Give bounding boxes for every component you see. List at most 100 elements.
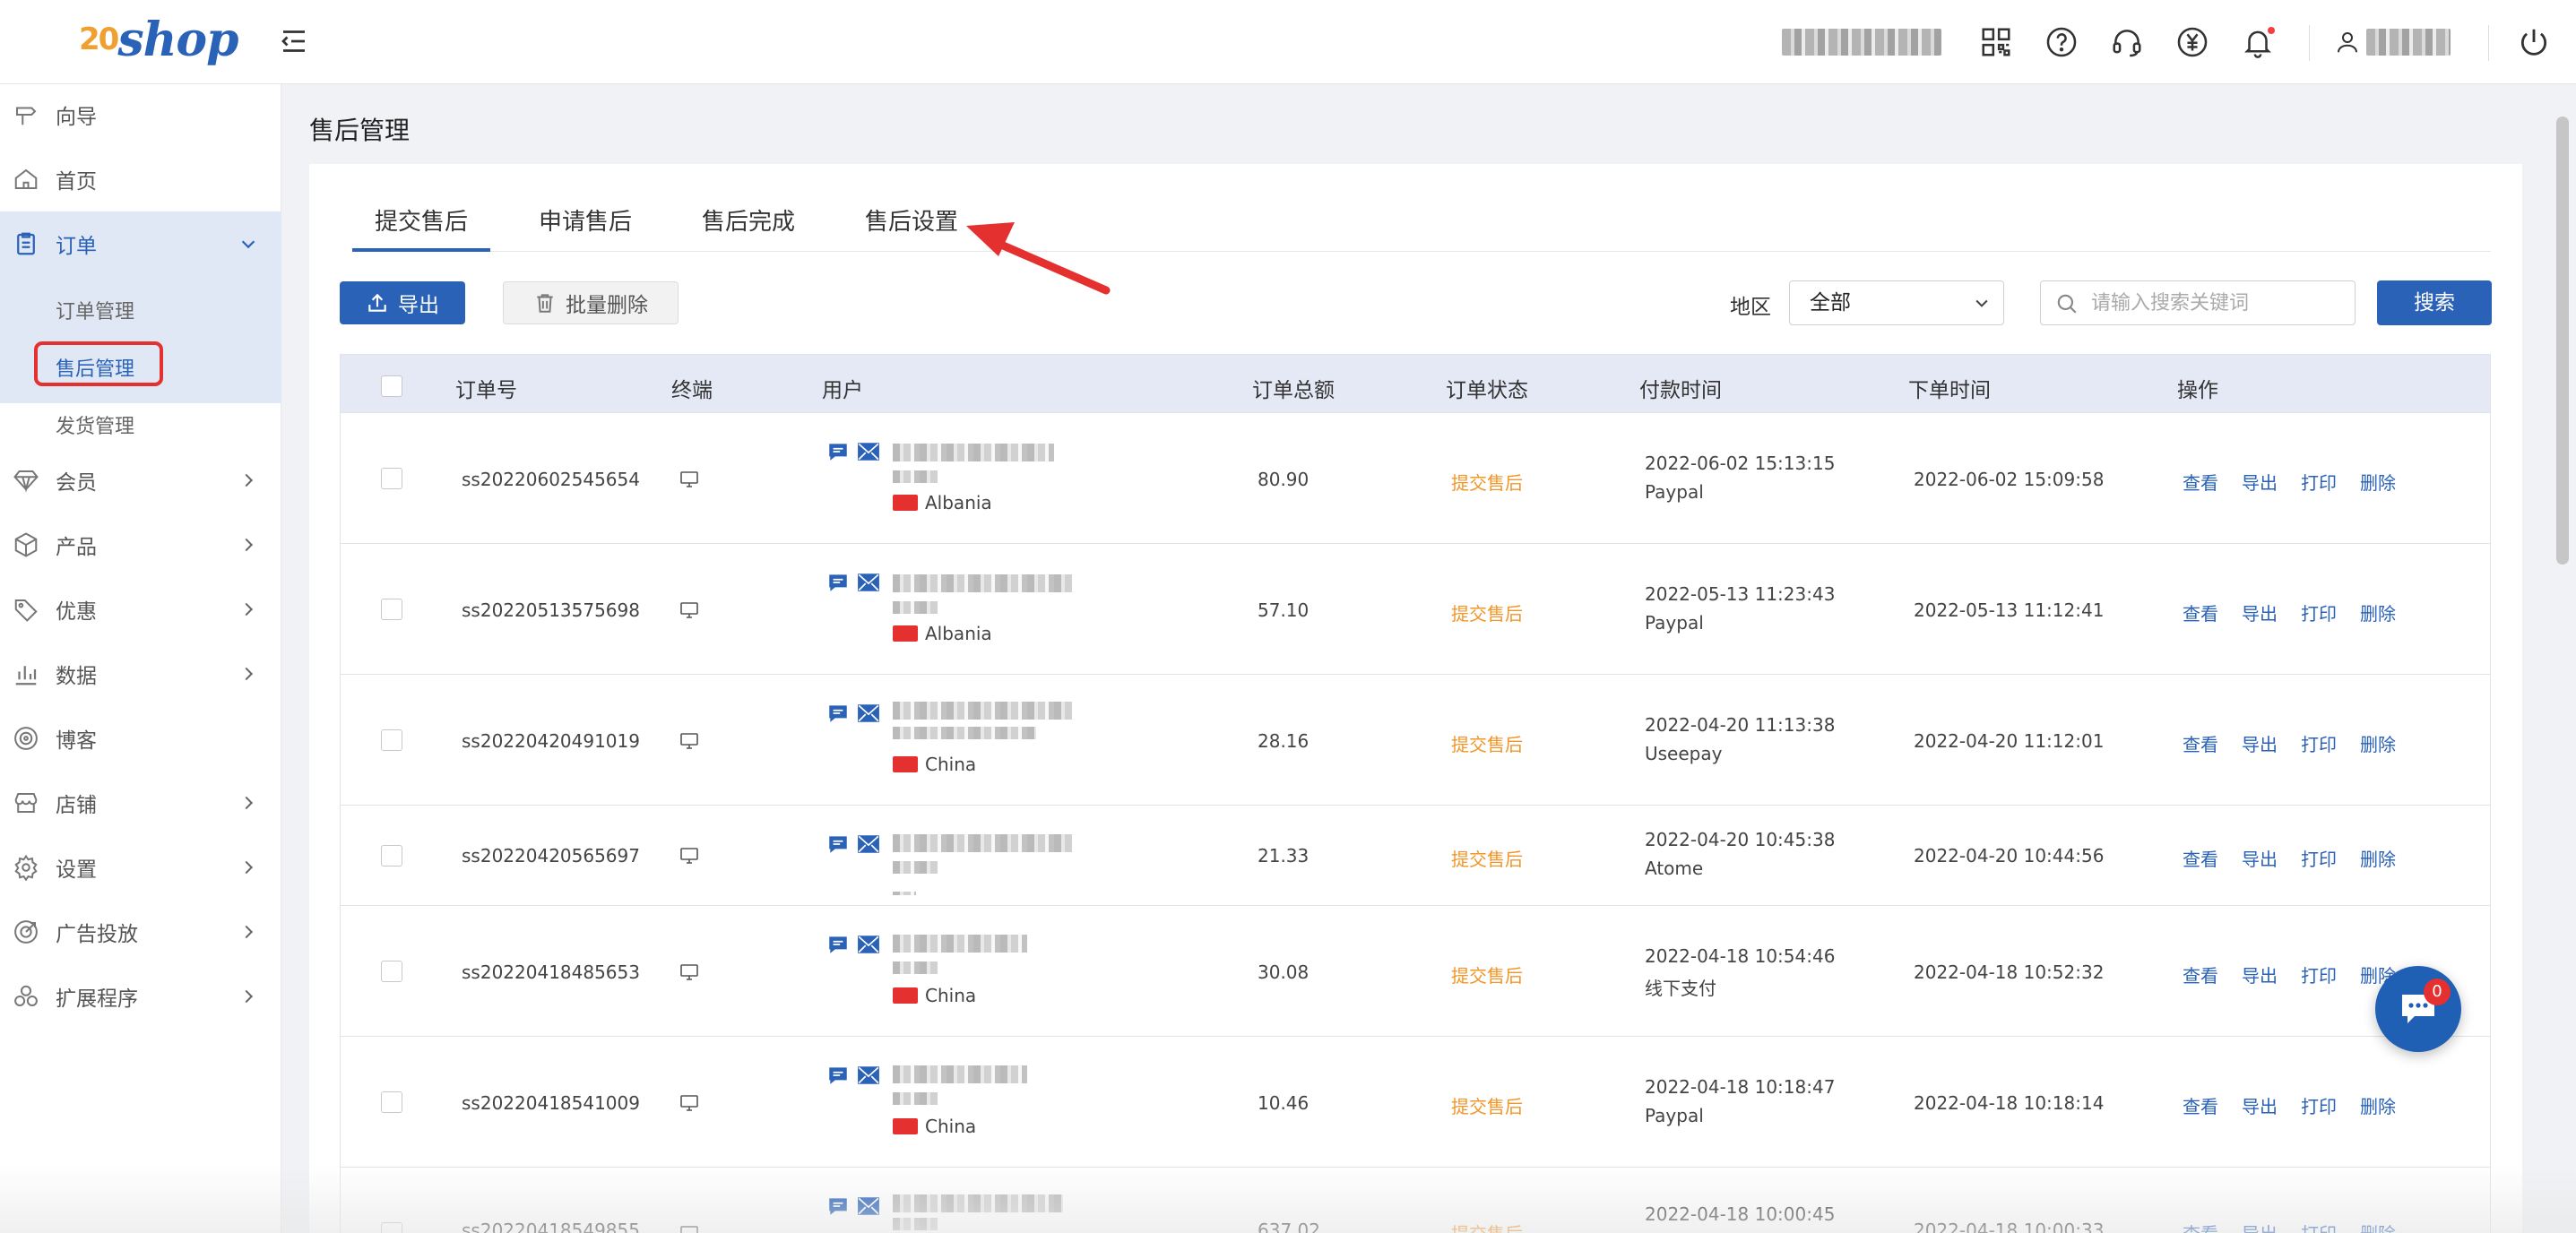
delete-link[interactable]: 删除 bbox=[2360, 845, 2396, 871]
message-icon[interactable] bbox=[826, 832, 850, 856]
sidebar-item-advertising[interactable]: 广告投放 bbox=[0, 900, 281, 964]
print-link[interactable]: 打印 bbox=[2301, 961, 2337, 987]
message-icon[interactable] bbox=[826, 1194, 850, 1218]
headset-icon[interactable] bbox=[2110, 25, 2144, 59]
print-link[interactable]: 打印 bbox=[2301, 469, 2337, 495]
row-checkbox[interactable] bbox=[381, 845, 402, 867]
qrcode-icon[interactable] bbox=[1979, 25, 2013, 59]
tab-apply-aftersale[interactable]: 申请售后 bbox=[539, 202, 632, 252]
sidebar-item-extensions[interactable]: 扩展程序 bbox=[0, 964, 281, 1029]
message-icon[interactable] bbox=[826, 1064, 850, 1087]
delete-link[interactable]: 删除 bbox=[2360, 1220, 2396, 1233]
page-scrollbar[interactable] bbox=[2556, 116, 2569, 565]
row-checkbox[interactable] bbox=[381, 961, 402, 982]
view-link[interactable]: 查看 bbox=[2183, 845, 2218, 871]
export-button-label: 导出 bbox=[398, 294, 439, 317]
chat-unread-badge: 0 bbox=[2424, 979, 2451, 1005]
view-link[interactable]: 查看 bbox=[2183, 1220, 2218, 1233]
export-link[interactable]: 导出 bbox=[2242, 961, 2278, 987]
sidebar-item-store[interactable]: 店铺 bbox=[0, 771, 281, 835]
region-label: 地区 bbox=[1730, 296, 1771, 319]
export-button[interactable]: 导出 bbox=[340, 281, 465, 324]
menu-collapse-icon[interactable] bbox=[278, 25, 310, 57]
help-icon[interactable] bbox=[2044, 25, 2079, 59]
message-icon[interactable] bbox=[826, 933, 850, 956]
batch-delete-button[interactable]: 批量删除 bbox=[503, 281, 679, 324]
select-all-checkbox[interactable] bbox=[381, 375, 402, 397]
print-link[interactable]: 打印 bbox=[2301, 730, 2337, 756]
delete-link[interactable]: 删除 bbox=[2360, 599, 2396, 625]
mail-icon[interactable] bbox=[857, 442, 880, 461]
order-number[interactable]: ss20220418549855 bbox=[462, 1220, 640, 1233]
tab-aftersale-complete[interactable]: 售后完成 bbox=[702, 202, 795, 252]
message-icon[interactable] bbox=[826, 571, 850, 594]
search-input[interactable] bbox=[2091, 287, 2342, 319]
tab-submit-aftersale[interactable]: 提交售后 bbox=[352, 202, 491, 252]
user-name-blurred bbox=[893, 935, 1027, 953]
mail-icon[interactable] bbox=[857, 703, 880, 723]
logo[interactable]: 20 shop bbox=[79, 11, 238, 68]
sidebar-item-data[interactable]: 数据 bbox=[0, 642, 281, 706]
sidebar: 向导 首页 订单 订单管理 售后管理 发货管理 会员 产品 优惠 数据 博客 店… bbox=[0, 84, 281, 1233]
mail-icon[interactable] bbox=[857, 834, 880, 854]
export-link[interactable]: 导出 bbox=[2242, 469, 2278, 495]
delete-link[interactable]: 删除 bbox=[2360, 1092, 2396, 1118]
user-email-blurred bbox=[893, 861, 938, 874]
tab-aftersale-settings[interactable]: 售后设置 bbox=[865, 202, 958, 252]
order-total: 28.16 bbox=[1258, 730, 1310, 752]
sidebar-item-blog[interactable]: 博客 bbox=[0, 706, 281, 771]
currency-icon[interactable] bbox=[2175, 25, 2209, 59]
export-link[interactable]: 导出 bbox=[2242, 599, 2278, 625]
order-number[interactable]: ss20220513575698 bbox=[462, 599, 640, 621]
sidebar-item-home[interactable]: 首页 bbox=[0, 147, 281, 211]
export-link[interactable]: 导出 bbox=[2242, 845, 2278, 871]
print-link[interactable]: 打印 bbox=[2301, 845, 2337, 871]
sidebar-item-orders[interactable]: 订单 bbox=[0, 211, 281, 276]
search-field[interactable] bbox=[2040, 280, 2356, 325]
delete-link[interactable]: 删除 bbox=[2360, 730, 2396, 756]
order-number[interactable]: ss20220602545654 bbox=[462, 469, 640, 490]
sidebar-item-products[interactable]: 产品 bbox=[0, 513, 281, 577]
row-checkbox[interactable] bbox=[381, 599, 402, 620]
export-link[interactable]: 导出 bbox=[2242, 1092, 2278, 1118]
row-checkbox[interactable] bbox=[381, 729, 402, 751]
order-number[interactable]: ss20220418541009 bbox=[462, 1092, 640, 1114]
row-checkbox[interactable] bbox=[381, 468, 402, 489]
sidebar-item-members[interactable]: 会员 bbox=[0, 448, 281, 513]
print-link[interactable]: 打印 bbox=[2301, 599, 2337, 625]
sidebar-item-settings[interactable]: 设置 bbox=[0, 835, 281, 900]
pay-time: 2022-05-13 11:23:43 bbox=[1645, 583, 1836, 605]
delete-link[interactable]: 删除 bbox=[2360, 469, 2396, 495]
export-link[interactable]: 导出 bbox=[2242, 730, 2278, 756]
notification-dot bbox=[2268, 27, 2275, 34]
print-link[interactable]: 打印 bbox=[2301, 1220, 2337, 1233]
sidebar-item-promotions[interactable]: 优惠 bbox=[0, 577, 281, 642]
print-link[interactable]: 打印 bbox=[2301, 1092, 2337, 1118]
view-link[interactable]: 查看 bbox=[2183, 730, 2218, 756]
view-link[interactable]: 查看 bbox=[2183, 1092, 2218, 1118]
mail-icon[interactable] bbox=[857, 1196, 880, 1216]
sidebar-item-guide[interactable]: 向导 bbox=[0, 82, 281, 147]
user-icon[interactable] bbox=[2334, 25, 2361, 59]
order-number[interactable]: ss20220418485653 bbox=[462, 961, 640, 983]
mail-icon[interactable] bbox=[857, 1065, 880, 1085]
view-link[interactable]: 查看 bbox=[2183, 599, 2218, 625]
row-checkbox[interactable] bbox=[381, 1222, 402, 1233]
message-icon[interactable] bbox=[826, 702, 850, 725]
sidebar-sub-shipping-management[interactable]: 发货管理 bbox=[56, 410, 134, 439]
mail-icon[interactable] bbox=[857, 935, 880, 954]
order-number[interactable]: ss20220420565697 bbox=[462, 845, 640, 867]
export-link[interactable]: 导出 bbox=[2242, 1220, 2278, 1233]
order-number[interactable]: ss20220420491019 bbox=[462, 730, 640, 752]
row-checkbox[interactable] bbox=[381, 1091, 402, 1113]
power-icon[interactable] bbox=[2517, 25, 2551, 59]
view-link[interactable]: 查看 bbox=[2183, 961, 2218, 987]
message-icon[interactable] bbox=[826, 440, 850, 463]
sidebar-item-label: 广告投放 bbox=[56, 923, 138, 946]
region-select[interactable]: 全部 bbox=[1789, 280, 2004, 325]
mail-icon[interactable] bbox=[857, 573, 880, 592]
sidebar-sub-order-management[interactable]: 订单管理 bbox=[56, 296, 134, 324]
chat-button[interactable] bbox=[2375, 966, 2461, 1052]
search-button[interactable]: 搜索 bbox=[2377, 280, 2492, 325]
view-link[interactable]: 查看 bbox=[2183, 469, 2218, 495]
